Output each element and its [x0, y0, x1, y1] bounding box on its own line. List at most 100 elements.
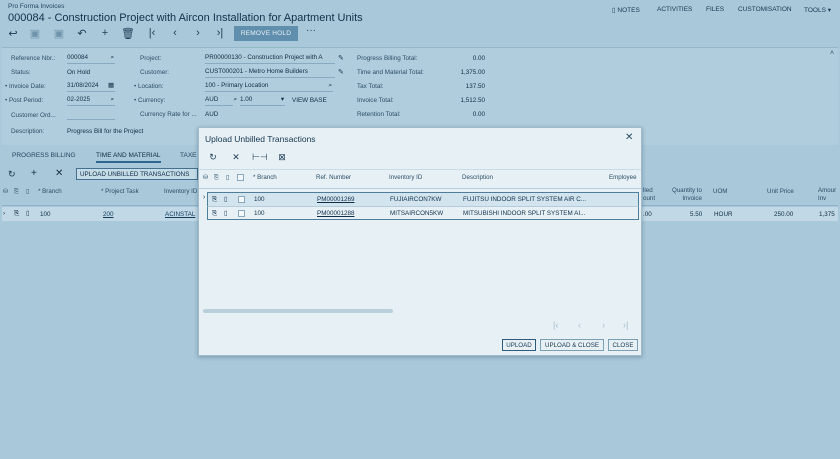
calendar-icon[interactable]: ▦	[108, 82, 114, 89]
invoice-date-value: 31/08/2024	[67, 82, 99, 89]
refresh-icon[interactable]: ↻	[207, 152, 219, 163]
upload-and-close-button[interactable]: UPLOAD & CLOSE	[540, 339, 604, 351]
collapse-icon[interactable]: ˄	[830, 50, 834, 57]
notes-menu[interactable]: ▯ NOTES	[612, 6, 640, 14]
customer-order-field[interactable]	[67, 110, 115, 120]
tab-time-and-material[interactable]: TIME AND MATERIAL	[96, 152, 161, 163]
dialog-column-branch[interactable]: * Branch	[253, 174, 277, 181]
column-qty-to-invoice[interactable]: Quantity to Invoice	[672, 187, 702, 203]
row-expand-icon[interactable]: ›	[203, 194, 205, 201]
column-unit-price[interactable]: Unit Price	[767, 188, 794, 195]
add-icon[interactable]: +	[98, 27, 112, 39]
undo-icon[interactable]: ↶	[75, 27, 89, 40]
project-field[interactable]: PR00000130 - Construction Project with A	[205, 54, 335, 64]
upload-button[interactable]: UPLOAD	[502, 339, 536, 351]
dialog-column-inventory-id[interactable]: Inventory ID	[389, 174, 422, 181]
files-menu[interactable]: FILES	[706, 6, 724, 13]
row-project-task[interactable]: 200	[103, 211, 114, 218]
save-close-icon[interactable]: ▣	[52, 27, 66, 40]
delete-row-icon[interactable]: ✕	[55, 168, 63, 179]
close-button[interactable]: CLOSE	[608, 339, 638, 351]
breadcrumb[interactable]: Pro Forma Invoices	[8, 3, 64, 10]
first-record-icon[interactable]: |‹	[145, 27, 159, 39]
column-amount[interactable]: Amour Inv	[818, 187, 836, 203]
currency-value: AUD	[205, 96, 219, 103]
row-ref-number[interactable]: PM00001269	[317, 196, 354, 203]
tab-progress-billing[interactable]: PROGRESS BILLING	[12, 152, 76, 159]
row-unit-price[interactable]: 250.00	[774, 211, 793, 218]
column-uom[interactable]: UOM	[713, 188, 727, 195]
close-icon[interactable]: ✕	[625, 132, 633, 143]
select-all-checkbox[interactable]	[237, 174, 244, 181]
currency-rate-value: 1.00	[240, 96, 253, 103]
remove-hold-button[interactable]: REMOVE HOLD	[234, 26, 298, 41]
attachment-icon: ⎘	[14, 188, 19, 195]
refresh-icon[interactable]: ↻	[8, 169, 16, 180]
export-excel-icon[interactable]: ⊠	[276, 152, 288, 163]
upload-unbilled-transactions-button[interactable]: UPLOAD UNBILLED TRANSACTIONS	[76, 168, 198, 180]
column-project-task[interactable]: * Project Task	[101, 188, 139, 195]
reference-field[interactable]: 000084 ⌕	[67, 54, 115, 64]
search-icon[interactable]: ⌕	[328, 82, 332, 90]
column-billed-amount[interactable]: lled ount	[643, 187, 655, 203]
search-icon[interactable]: ⌕	[110, 96, 114, 104]
add-row-icon[interactable]: +	[31, 168, 37, 179]
row-uom[interactable]: HOUR	[714, 211, 733, 218]
currency-field[interactable]: AUD ⌕	[205, 96, 237, 106]
location-field[interactable]: 100 - Primary Location ⌕	[205, 82, 333, 92]
row-select-checkbox[interactable]	[238, 196, 245, 203]
document-icon[interactable]: ▯	[224, 196, 227, 203]
search-icon[interactable]: ⌕	[110, 54, 114, 62]
cancel-icon[interactable]: ✕	[230, 152, 242, 163]
description-value[interactable]: Progress Bill for the Project	[67, 128, 143, 135]
attachment-icon[interactable]: ⎘	[212, 210, 217, 218]
row-expand-icon[interactable]: ›	[3, 210, 5, 217]
row-select-checkbox[interactable]	[238, 210, 245, 217]
previous-page-icon[interactable]: ‹	[578, 320, 581, 330]
dialog-column-ref-number[interactable]: Ref. Number	[316, 174, 351, 181]
tools-menu[interactable]: TOOLS ▾	[804, 6, 831, 14]
column-branch[interactable]: * Branch	[38, 188, 62, 195]
customer-field[interactable]: CUST000201 - Metro Home Builders	[205, 68, 335, 78]
activities-menu[interactable]: ACTIVITIES	[657, 6, 692, 13]
row-ref-number[interactable]: PM00001288	[317, 210, 354, 217]
post-period-field[interactable]: 02-2025 ⌕	[67, 96, 115, 106]
edit-icon[interactable]: ✎	[338, 68, 344, 76]
row-billed-amount[interactable]: .00	[643, 211, 652, 218]
customisation-menu[interactable]: CUSTOMISATION	[738, 6, 792, 13]
list-item[interactable]: ⎘ ▯ 100 PM00001288 MITSAIRCON5KW MITSUBI…	[207, 206, 639, 220]
dialog-column-employee[interactable]: Employee	[609, 174, 637, 181]
back-icon[interactable]: ↩	[6, 27, 20, 40]
last-record-icon[interactable]: ›|	[213, 27, 227, 39]
last-page-icon[interactable]: ›|	[623, 320, 628, 330]
previous-record-icon[interactable]: ‹	[168, 27, 182, 39]
edit-icon[interactable]: ✎	[338, 54, 344, 62]
row-amount[interactable]: 1,375	[819, 211, 835, 218]
save-icon[interactable]: ▣	[28, 27, 42, 40]
tab-taxes[interactable]: TAXE	[180, 152, 197, 159]
delete-icon[interactable]: 🗑	[121, 27, 135, 40]
progress-total-label: Progress Billing Total:	[357, 55, 418, 62]
first-page-icon[interactable]: |‹	[553, 320, 558, 330]
attachment-icon[interactable]: ⎘	[14, 210, 19, 218]
document-icon[interactable]: ▯	[26, 210, 29, 217]
document-icon[interactable]: ▯	[224, 210, 227, 217]
row-inventory-id[interactable]: ACINSTAL	[165, 211, 195, 218]
dialog-column-description[interactable]: Description	[462, 174, 493, 181]
currency-rate-field[interactable]: 1.00 ▾	[240, 96, 285, 106]
invoice-date-label: • Invoice Date:	[5, 83, 46, 90]
horizontal-scrollbar[interactable]	[203, 309, 393, 313]
view-base-button[interactable]: VIEW BASE	[292, 97, 327, 104]
column-inventory-id[interactable]: Inventory ID	[164, 188, 197, 195]
more-icon[interactable]: ···	[304, 25, 318, 36]
row-qty[interactable]: 5.50	[690, 211, 702, 218]
next-record-icon[interactable]: ›	[191, 27, 205, 39]
search-icon[interactable]: ⌕	[233, 96, 237, 104]
next-page-icon[interactable]: ›	[602, 320, 605, 330]
attachment-icon[interactable]: ⎘	[212, 196, 217, 204]
list-item[interactable]: ⎘ ▯ 100 PM00001269 FUJIAIRCON7KW FUJITSU…	[207, 192, 639, 206]
invoice-date-field[interactable]: 31/08/2024 ▦	[67, 82, 115, 92]
row-branch[interactable]: 100	[40, 211, 51, 218]
row-description: FUJITSU INDOOR SPLIT SYSTEM AIR C...	[463, 196, 587, 203]
fit-columns-icon[interactable]: ⊢⊣	[252, 152, 268, 163]
